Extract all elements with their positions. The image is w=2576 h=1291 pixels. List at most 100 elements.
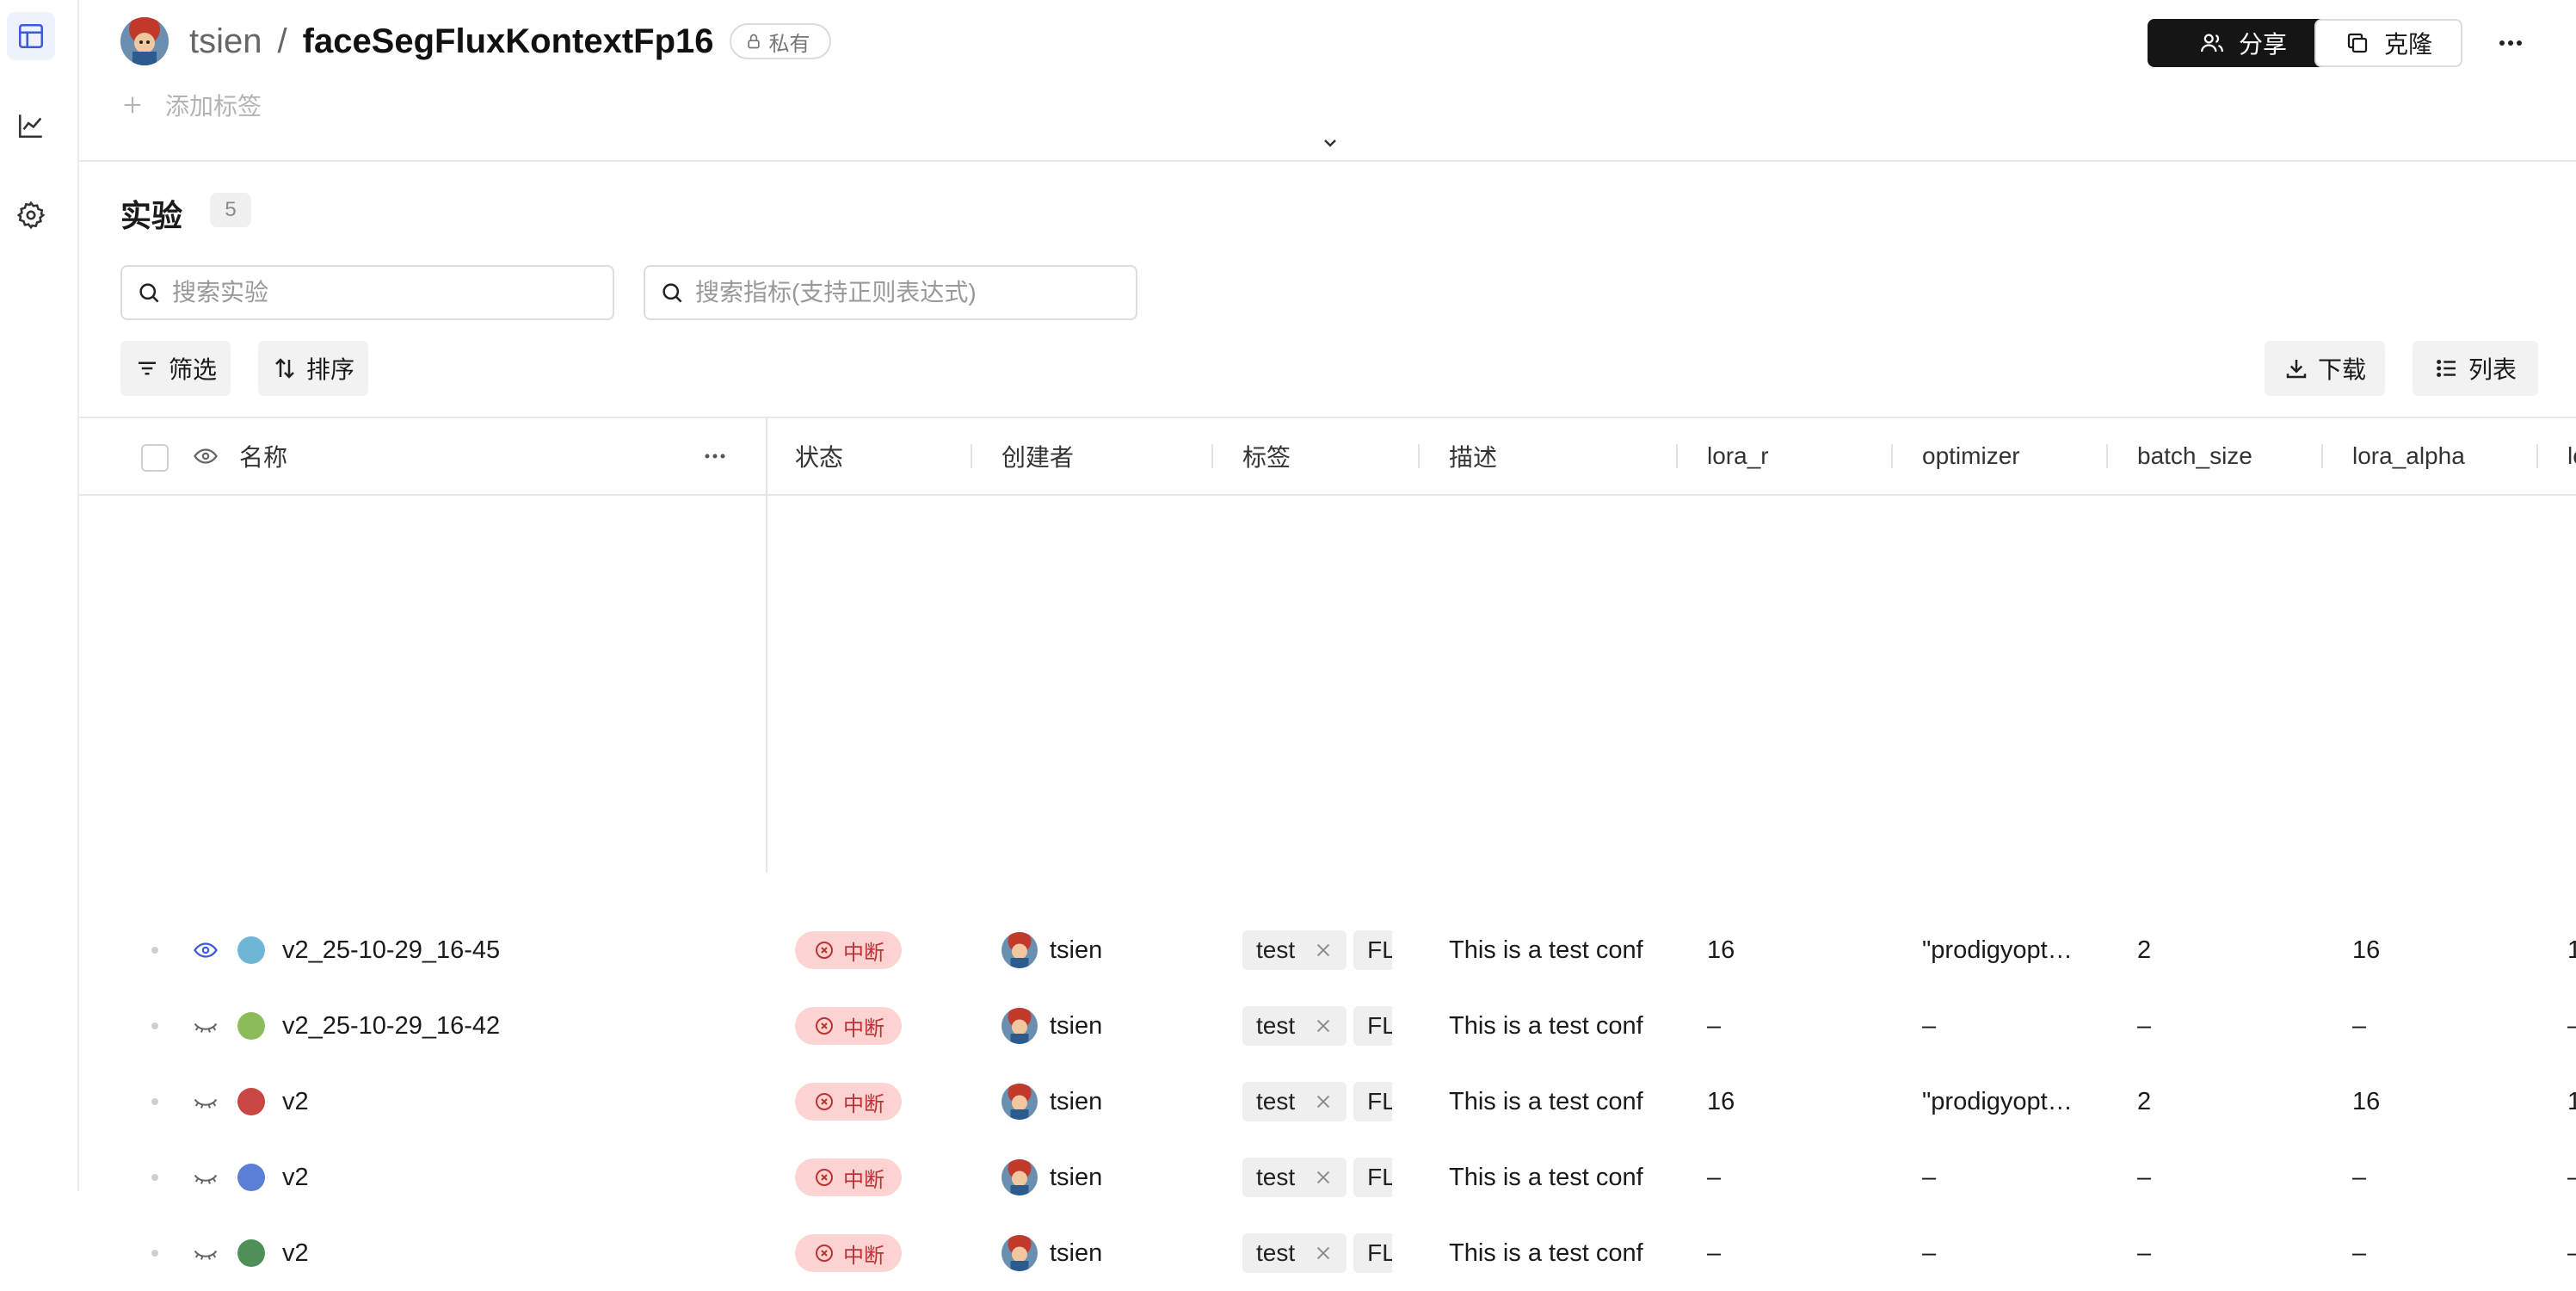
tag-label: FL — [1367, 1239, 1392, 1266]
eye-icon[interactable] — [193, 418, 219, 494]
column-header-status[interactable]: 状态 — [795, 418, 843, 494]
status-cell: 中断 — [795, 1140, 902, 1215]
table-row[interactable]: v2_25-10-29_16-45 中断 tsien test FL This is a … — [79, 912, 2576, 988]
tag-chip[interactable]: FL — [1353, 1233, 1392, 1273]
metric-search-input[interactable] — [695, 279, 1108, 306]
close-icon[interactable] — [1295, 1168, 1333, 1187]
creator-cell[interactable]: tsien — [1001, 1140, 1102, 1215]
column-header-creator[interactable]: 创建者 — [1001, 418, 1074, 494]
close-icon[interactable] — [1295, 1016, 1333, 1035]
creator-cell[interactable]: tsien — [1001, 912, 1102, 988]
experiment-search[interactable] — [120, 265, 614, 320]
select-all-checkbox[interactable] — [141, 444, 169, 472]
table-row[interactable]: v2 中断 tsien test FL This is a test conf 16 "pro… — [79, 1064, 2576, 1140]
column-header-extra[interactable]: lo — [2567, 418, 2576, 494]
table-row[interactable]: v2 中断 tsien test FL This is a test conf – – – – – — [79, 1215, 2576, 1291]
close-icon[interactable] — [1295, 1244, 1333, 1263]
description-cell: This is a test conf — [1449, 1011, 1643, 1040]
run-name[interactable]: v2 — [282, 1215, 309, 1291]
run-color-swatch[interactable] — [237, 1215, 265, 1291]
download-icon — [2283, 355, 2318, 381]
column-header-description[interactable]: 描述 — [1449, 418, 1497, 494]
run-color-swatch[interactable] — [237, 1064, 265, 1140]
tag-chip[interactable]: test — [1242, 1006, 1347, 1046]
creator-cell[interactable]: tsien — [1001, 1215, 1102, 1291]
avatar[interactable] — [120, 17, 169, 65]
clone-label: 克隆 — [2383, 31, 2432, 58]
tag-chip[interactable]: FL — [1353, 1006, 1392, 1046]
close-icon[interactable] — [1295, 941, 1333, 960]
close-icon[interactable] — [1295, 1092, 1333, 1111]
run-name[interactable]: v2_25-10-29_16-42 — [282, 988, 500, 1064]
creator-cell[interactable]: tsien — [1001, 988, 1102, 1064]
share-button[interactable]: 分享 — [2148, 19, 2339, 67]
lora-alpha-cell: 16 — [2352, 1087, 2381, 1115]
visibility-badge: 私有 — [729, 23, 831, 59]
column-header-optimizer[interactable]: optimizer — [1922, 418, 2020, 494]
chart-icon — [16, 111, 46, 140]
tag-chip[interactable]: test — [1242, 930, 1347, 970]
download-button[interactable]: 下载 — [2265, 341, 2385, 396]
run-color-swatch[interactable] — [237, 988, 265, 1064]
filter-button[interactable]: 筛选 — [120, 341, 231, 396]
tag-chip[interactable]: test — [1242, 1233, 1347, 1273]
nav-charts[interactable] — [7, 102, 55, 150]
tag-chip[interactable]: FL — [1353, 1158, 1392, 1197]
column-divider[interactable] — [1211, 444, 1213, 468]
tag-chip[interactable]: test — [1242, 1082, 1347, 1121]
row-drag-handle[interactable] — [151, 912, 158, 988]
eye-icon[interactable] — [193, 912, 219, 988]
creator-cell[interactable]: tsien — [1001, 1064, 1102, 1140]
sort-button[interactable]: 排序 — [258, 341, 368, 396]
row-drag-handle[interactable] — [151, 1064, 158, 1140]
batch-size-cell: – — [2137, 1163, 2152, 1191]
eye-closed-icon[interactable] — [193, 1064, 219, 1140]
metric-search[interactable] — [644, 265, 1137, 320]
eye-closed-icon[interactable] — [193, 1215, 219, 1291]
run-name[interactable]: v2 — [282, 1064, 309, 1140]
list-label: 列表 — [2468, 356, 2517, 383]
column-header-name[interactable]: 名称 — [239, 418, 287, 494]
eye-closed-icon[interactable] — [193, 988, 219, 1064]
gear-icon — [16, 201, 46, 230]
tag-label: FL — [1367, 936, 1392, 963]
table-row[interactable]: v2 中断 tsien test FL This is a test conf – – – – – — [79, 1140, 2576, 1215]
column-divider[interactable] — [971, 444, 972, 468]
nav-table[interactable] — [7, 12, 55, 60]
row-drag-handle[interactable] — [151, 1215, 158, 1291]
run-color-swatch[interactable] — [237, 1140, 265, 1215]
chevron-down-icon[interactable] — [1320, 133, 1340, 153]
table-row[interactable]: v2_25-10-29_16-42 中断 tsien test FL This is a … — [79, 988, 2576, 1064]
nav-settings[interactable] — [7, 191, 55, 239]
batch-size-cell: – — [2137, 1011, 2152, 1040]
column-header-lora-alpha[interactable]: lora_alpha — [2352, 418, 2465, 494]
more-icon[interactable] — [704, 418, 726, 494]
owner-link[interactable]: tsien — [189, 22, 262, 61]
experiment-search-input[interactable] — [172, 279, 585, 306]
row-drag-handle[interactable] — [151, 988, 158, 1064]
row-drag-handle[interactable] — [151, 1140, 158, 1215]
tag-chip[interactable]: FL — [1353, 930, 1392, 970]
column-divider[interactable] — [2321, 444, 2323, 468]
clone-button[interactable]: 克隆 — [2314, 19, 2462, 67]
column-header-batch-size[interactable]: batch_size — [2137, 418, 2252, 494]
run-color-swatch[interactable] — [237, 912, 265, 988]
close-circle-icon — [814, 940, 843, 961]
creator-name: tsien — [1050, 1163, 1103, 1191]
column-divider[interactable] — [2106, 444, 2108, 468]
column-divider[interactable] — [1676, 444, 1678, 468]
add-tag-button[interactable]: 添加标签 — [120, 86, 262, 124]
run-name[interactable]: v2 — [282, 1140, 309, 1215]
more-icon[interactable] — [2492, 26, 2530, 60]
column-divider[interactable] — [1418, 444, 1420, 468]
eye-closed-icon[interactable] — [193, 1140, 219, 1215]
sidebar — [0, 0, 79, 1191]
run-name[interactable]: v2_25-10-29_16-45 — [282, 912, 500, 988]
column-header-lora-r[interactable]: lora_r — [1707, 418, 1769, 494]
tag-chip[interactable]: FL — [1353, 1082, 1392, 1121]
column-divider[interactable] — [2536, 444, 2538, 468]
column-divider[interactable] — [1891, 444, 1893, 468]
tag-chip[interactable]: test — [1242, 1158, 1347, 1197]
column-header-tags[interactable]: 标签 — [1242, 418, 1291, 494]
list-view-button[interactable]: 列表 — [2413, 341, 2538, 396]
